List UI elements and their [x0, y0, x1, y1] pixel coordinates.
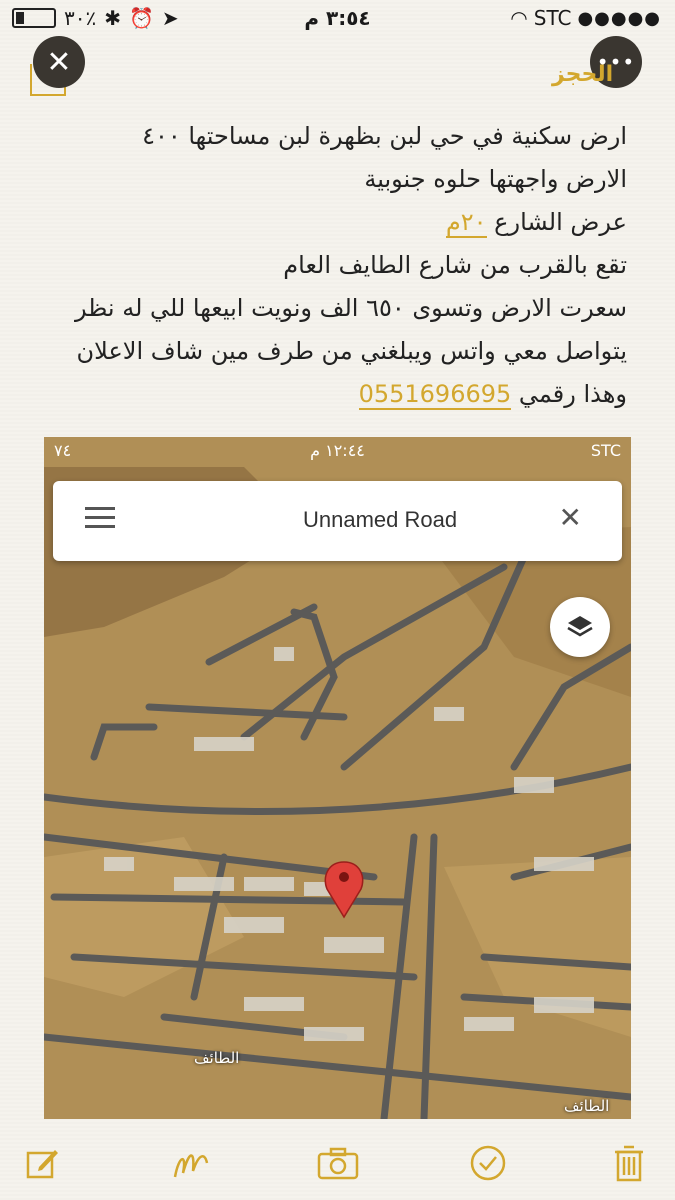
close-button[interactable]: ✕ — [33, 36, 85, 88]
delete-button[interactable] — [604, 1138, 654, 1188]
note-body[interactable]: ارض سكنية في حي لبن بظهرة لبن مساحتها ٤٠… — [48, 115, 627, 416]
sketch-icon — [173, 1154, 209, 1178]
note-line-7-text: وهذا رقمي — [511, 380, 627, 408]
checkmark-circle-icon — [470, 1145, 506, 1181]
screenshot-status-bar: ٧٤ ١٢:٤٤ م STC — [44, 437, 631, 467]
screenshot-time: ١٢:٤٤ م — [310, 441, 365, 460]
street-width-link[interactable]: ٢٠م — [445, 208, 487, 238]
screenshot-carrier: STC — [590, 441, 621, 460]
camera-button[interactable] — [313, 1138, 363, 1188]
status-right: ◠ STC ●●●●● — [510, 6, 661, 30]
notes-toolbar — [0, 1130, 675, 1200]
note-line-6: يتواصل معي واتس ويبلغني من طرف مين شاف ا… — [76, 337, 627, 365]
note-line-2: الارض واجهتها حلوه جنوبية — [364, 165, 627, 193]
phone-number-link[interactable]: 0551696695 — [358, 380, 512, 410]
carrier-name: STC — [533, 6, 572, 30]
camera-icon — [317, 1147, 359, 1180]
note-line-7: وهذا رقمي 0551696695 — [48, 373, 627, 416]
trash-icon — [615, 1145, 643, 1182]
maps-search-bar[interactable]: Unnamed Road ✕ — [53, 481, 622, 561]
signal-icon: ●●●●● — [577, 7, 661, 29]
layers-button[interactable] — [550, 597, 610, 657]
map-screenshot-image[interactable]: ٧٤ ١٢:٤٤ م STC Unnamed Road ✕ الطائف الط… — [44, 437, 631, 1119]
back-label: الحجز — [552, 62, 614, 87]
close-icon[interactable]: ✕ — [559, 501, 582, 534]
road-label-2: الطائف — [564, 1097, 610, 1115]
note-line-1: ارض سكنية في حي لبن بظهرة لبن مساحتها ٤٠… — [142, 122, 627, 150]
layers-icon — [567, 616, 593, 637]
checklist-button[interactable] — [463, 1138, 513, 1188]
compose-icon — [26, 1150, 58, 1179]
hamburger-menu-icon[interactable] — [85, 507, 115, 534]
note-line-3-text: عرض الشارع — [486, 208, 627, 236]
road-label-1: الطائف — [194, 1049, 240, 1067]
wifi-icon: ◠ — [510, 6, 528, 30]
sketch-button[interactable] — [166, 1138, 216, 1188]
back-button[interactable]: الحجز — [552, 62, 613, 87]
status-bar: ٣٠٪ ✱ ⏰ ➤ ٣:٥٤ م ◠ STC ●●●●● — [0, 0, 675, 36]
compose-button[interactable] — [18, 1138, 68, 1188]
note-line-5: سعرت الارض وتسوى ٦٥٠ الف ونويت ابيعها لل… — [74, 294, 627, 322]
place-title: Unnamed Road — [303, 507, 458, 532]
note-line-3: عرض الشارع ٢٠م — [48, 201, 627, 244]
note-line-4: تقع بالقرب من شارع الطايف العام — [283, 251, 627, 279]
